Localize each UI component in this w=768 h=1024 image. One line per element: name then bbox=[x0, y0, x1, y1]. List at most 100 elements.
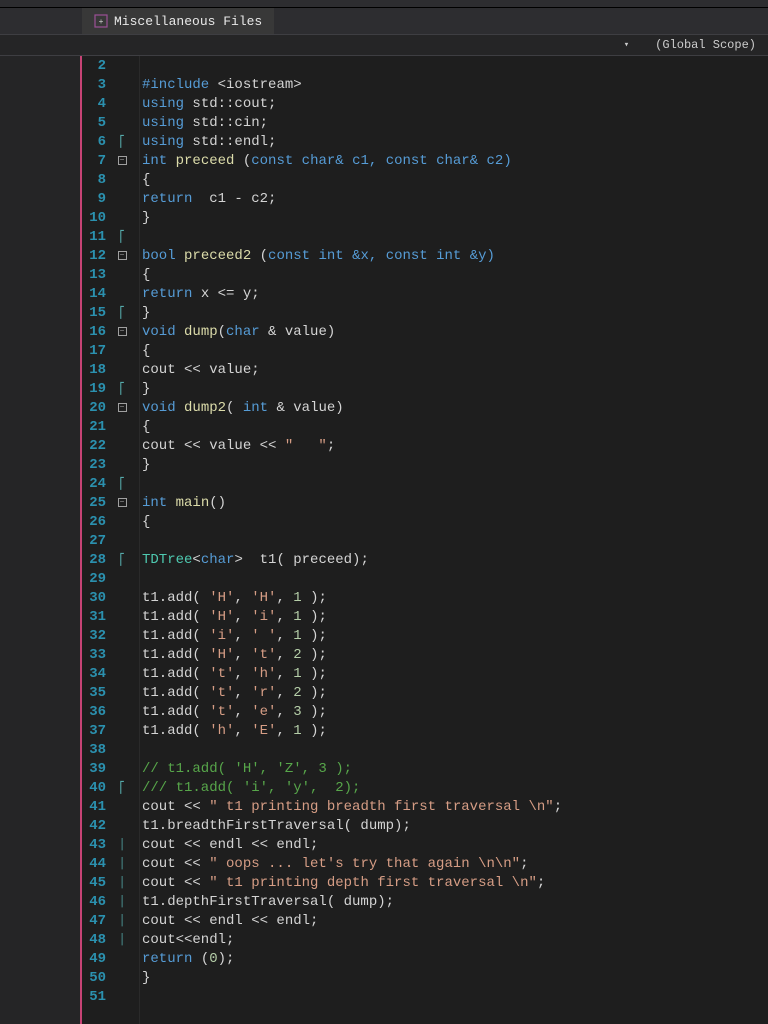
bracket-mark-icon: │ bbox=[119, 915, 126, 927]
gutter-row: 40⎡ bbox=[82, 778, 139, 797]
code-line[interactable]: cout << value; bbox=[140, 360, 768, 379]
code-line[interactable]: cout << " t1 printing depth first traver… bbox=[140, 873, 768, 892]
code-line[interactable]: int preceed (const char& c1, const char&… bbox=[140, 151, 768, 170]
code-line[interactable]: { bbox=[140, 265, 768, 284]
code-line[interactable]: t1.depthFirstTraversal( dump); bbox=[140, 892, 768, 911]
gutter-row: 47 │ bbox=[82, 911, 139, 930]
code-line[interactable]: { bbox=[140, 417, 768, 436]
line-number: 40 bbox=[82, 780, 110, 796]
code-line[interactable]: } bbox=[140, 303, 768, 322]
line-number: 47 bbox=[82, 913, 110, 929]
line-number: 29 bbox=[82, 571, 110, 587]
code-line[interactable]: return (0); bbox=[140, 949, 768, 968]
line-number: 18 bbox=[82, 362, 110, 378]
code-line[interactable]: #include <iostream> bbox=[140, 75, 768, 94]
gutter-row: 15⎡ bbox=[82, 303, 139, 322]
code-line[interactable]: TDTree<char> t1( preceed); bbox=[140, 550, 768, 569]
code-line[interactable]: t1.add( 'H', 't', 2 ); bbox=[140, 645, 768, 664]
fold-toggle-icon[interactable]: − bbox=[118, 251, 127, 260]
gutter-row: 6⎡ bbox=[82, 132, 139, 151]
bracket-mark-icon: │ bbox=[119, 858, 126, 870]
code-line[interactable]: } bbox=[140, 968, 768, 987]
code-line[interactable]: int main() bbox=[140, 493, 768, 512]
gutter-row: 13 bbox=[82, 265, 139, 284]
fold-toggle-icon[interactable]: − bbox=[118, 156, 127, 165]
code-line[interactable]: using std::cin; bbox=[140, 113, 768, 132]
line-number: 39 bbox=[82, 761, 110, 777]
code-line[interactable]: void dump(char & value) bbox=[140, 322, 768, 341]
code-line[interactable]: t1.breadthFirstTraversal( dump); bbox=[140, 816, 768, 835]
line-number: 34 bbox=[82, 666, 110, 682]
code-line[interactable]: bool preceed2 (const int &x, const int &… bbox=[140, 246, 768, 265]
bracket-mark-icon: │ bbox=[119, 877, 126, 889]
line-number: 26 bbox=[82, 514, 110, 530]
line-number: 3 bbox=[82, 77, 110, 93]
code-line[interactable]: t1.add( 'H', 'H', 1 ); bbox=[140, 588, 768, 607]
scope-dropdown-left-icon[interactable]: ▾ bbox=[624, 40, 629, 50]
gutter-row: 24 ⎡ bbox=[82, 474, 139, 493]
code-line[interactable]: cout << endl << endl; bbox=[140, 911, 768, 930]
code-line[interactable] bbox=[140, 531, 768, 550]
code-line[interactable]: /// t1.add( 'i', 'y', 2); bbox=[140, 778, 768, 797]
gutter-row: 38 bbox=[82, 740, 139, 759]
fold-column: ⎡ bbox=[110, 382, 134, 396]
gutter-row: 11⎡ bbox=[82, 227, 139, 246]
gutter-row: 4 bbox=[82, 94, 139, 113]
code-line[interactable]: cout << " t1 printing breadth first trav… bbox=[140, 797, 768, 816]
fold-column: │ bbox=[110, 934, 134, 946]
fold-column: │ bbox=[110, 896, 134, 908]
code-line[interactable]: cout << " oops ... let's try that again … bbox=[140, 854, 768, 873]
code-line[interactable] bbox=[140, 987, 768, 1006]
code-line[interactable]: return x <= y; bbox=[140, 284, 768, 303]
fold-toggle-icon[interactable]: − bbox=[118, 498, 127, 507]
bracket-mark-icon: ⎡ bbox=[119, 382, 126, 396]
code-line[interactable]: using std::endl; bbox=[140, 132, 768, 151]
line-number: 44 bbox=[82, 856, 110, 872]
tab-bar: + Miscellaneous Files bbox=[0, 8, 768, 34]
code-line[interactable] bbox=[140, 474, 768, 493]
code-line[interactable]: return c1 - c2; bbox=[140, 189, 768, 208]
bracket-mark-icon: ⎡ bbox=[119, 553, 126, 567]
fold-toggle-icon[interactable]: − bbox=[118, 327, 127, 336]
bracket-mark-icon: ⎡ bbox=[119, 477, 126, 491]
code-line[interactable]: { bbox=[140, 512, 768, 531]
code-line[interactable]: { bbox=[140, 170, 768, 189]
code-line[interactable]: } bbox=[140, 455, 768, 474]
code-line[interactable] bbox=[140, 569, 768, 588]
fold-toggle-icon[interactable]: − bbox=[118, 403, 127, 412]
code-line[interactable]: using std::cout; bbox=[140, 94, 768, 113]
fold-column: ⎡ bbox=[110, 230, 134, 244]
code-line[interactable] bbox=[140, 740, 768, 759]
line-number: 24 bbox=[82, 476, 110, 492]
line-number: 22 bbox=[82, 438, 110, 454]
bracket-mark-icon: ⎡ bbox=[119, 306, 126, 320]
code-line[interactable]: t1.add( 't', 'r', 2 ); bbox=[140, 683, 768, 702]
fold-column: − bbox=[110, 327, 134, 336]
code-line[interactable]: t1.add( 'H', 'i', 1 ); bbox=[140, 607, 768, 626]
code-line[interactable]: } bbox=[140, 379, 768, 398]
gutter-row: 36 bbox=[82, 702, 139, 721]
line-number: 49 bbox=[82, 951, 110, 967]
line-number: 4 bbox=[82, 96, 110, 112]
code-line[interactable]: { bbox=[140, 341, 768, 360]
code-line[interactable]: t1.add( 't', 'h', 1 ); bbox=[140, 664, 768, 683]
code-line[interactable]: void dump2( int & value) bbox=[140, 398, 768, 417]
gutter-row: 37 bbox=[82, 721, 139, 740]
scope-dropdown[interactable]: (Global Scope) bbox=[649, 38, 762, 52]
code-line[interactable] bbox=[140, 227, 768, 246]
code-line[interactable]: cout << value << " "; bbox=[140, 436, 768, 455]
code-line[interactable]: t1.add( 'h', 'E', 1 ); bbox=[140, 721, 768, 740]
code-line[interactable] bbox=[140, 56, 768, 75]
code-line[interactable]: } bbox=[140, 208, 768, 227]
code-line[interactable]: // t1.add( 'H', 'Z', 3 ); bbox=[140, 759, 768, 778]
code-line[interactable]: cout<<endl; bbox=[140, 930, 768, 949]
code-line[interactable]: t1.add( 't', 'e', 3 ); bbox=[140, 702, 768, 721]
fold-column: − bbox=[110, 498, 134, 507]
code-line[interactable]: cout << endl << endl; bbox=[140, 835, 768, 854]
gutter-row: 34 bbox=[82, 664, 139, 683]
gutter-row: 25− bbox=[82, 493, 139, 512]
code-area[interactable]: #include <iostream> using std::cout; usi… bbox=[140, 56, 768, 1024]
line-number: 32 bbox=[82, 628, 110, 644]
code-line[interactable]: t1.add( 'i', ' ', 1 ); bbox=[140, 626, 768, 645]
tab-misc-files[interactable]: + Miscellaneous Files bbox=[82, 8, 274, 34]
